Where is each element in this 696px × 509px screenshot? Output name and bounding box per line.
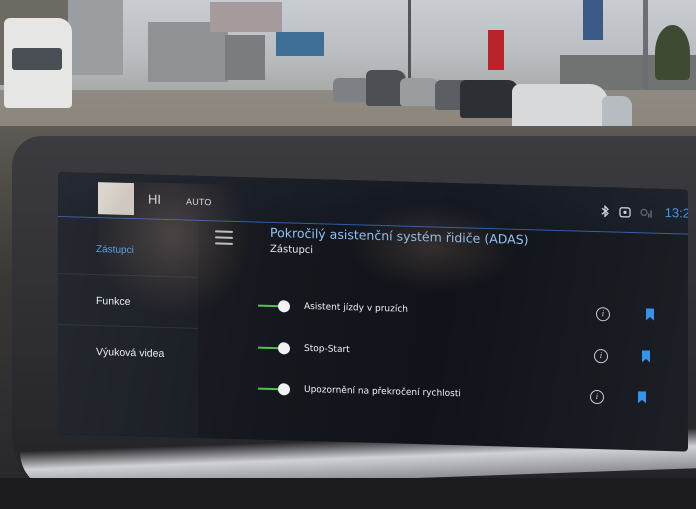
bookmark-icon[interactable] bbox=[646, 308, 654, 321]
bookmark-icon[interactable] bbox=[642, 350, 650, 363]
bluetooth-icon bbox=[601, 204, 610, 219]
pole bbox=[408, 0, 411, 80]
sidebar-item-zastupci[interactable]: Zástupci bbox=[58, 223, 198, 278]
info-icon[interactable]: i bbox=[596, 307, 610, 322]
billboard bbox=[276, 32, 324, 56]
climate-mode-label[interactable]: AUTO bbox=[186, 197, 212, 208]
flag bbox=[583, 0, 603, 40]
lane-assist-toggle[interactable] bbox=[258, 300, 292, 313]
speed-warning-toggle[interactable] bbox=[258, 383, 292, 396]
sidebar-item-vyukova-videa[interactable]: Výuková videa bbox=[58, 325, 198, 379]
sidebar-item-label: Zástupci bbox=[96, 244, 134, 257]
fuel-sign bbox=[488, 30, 504, 70]
parked-car bbox=[602, 96, 632, 128]
sidebar-item-funkce[interactable]: Funkce bbox=[58, 274, 198, 329]
info-icon[interactable]: i bbox=[590, 389, 604, 405]
status-icons bbox=[601, 204, 652, 220]
infotainment-screen: HI AUTO 13:2 Zástupci Funkce Výuková vid… bbox=[58, 172, 688, 452]
info-icon[interactable]: i bbox=[594, 348, 608, 364]
stop-start-toggle[interactable] bbox=[258, 342, 292, 355]
list-item-label: Stop-Start bbox=[304, 343, 350, 356]
signal-icon bbox=[640, 207, 652, 220]
bookmark-icon[interactable] bbox=[638, 391, 646, 404]
greeting-text: HI bbox=[148, 191, 161, 207]
shortcut-list: Asistent jízdy v pruzích i Stop-Start i … bbox=[258, 276, 688, 405]
sidebar-item-label: Výuková videa bbox=[96, 346, 165, 360]
van bbox=[4, 18, 72, 108]
list-item-label: Asistent jízdy v pruzích bbox=[304, 301, 409, 315]
building bbox=[68, 0, 123, 75]
parked-car bbox=[460, 80, 518, 118]
tree bbox=[655, 25, 690, 80]
menu-icon[interactable] bbox=[215, 230, 233, 245]
list-item-label: Upozornění na překročení rychlosti bbox=[304, 384, 461, 400]
clock: 13:2 bbox=[664, 204, 688, 221]
phone-icon bbox=[619, 206, 631, 219]
sidebar-item-label: Funkce bbox=[96, 295, 131, 309]
building bbox=[225, 35, 265, 80]
sidebar-menu: Zástupci Funkce Výuková videa bbox=[58, 217, 198, 438]
page-subtitle: Zástupci bbox=[270, 243, 314, 257]
dashboard-lower bbox=[0, 478, 696, 509]
billboard bbox=[210, 2, 282, 32]
user-profile-tile[interactable] bbox=[98, 182, 134, 216]
van-window bbox=[12, 48, 62, 70]
parked-car bbox=[400, 78, 440, 106]
